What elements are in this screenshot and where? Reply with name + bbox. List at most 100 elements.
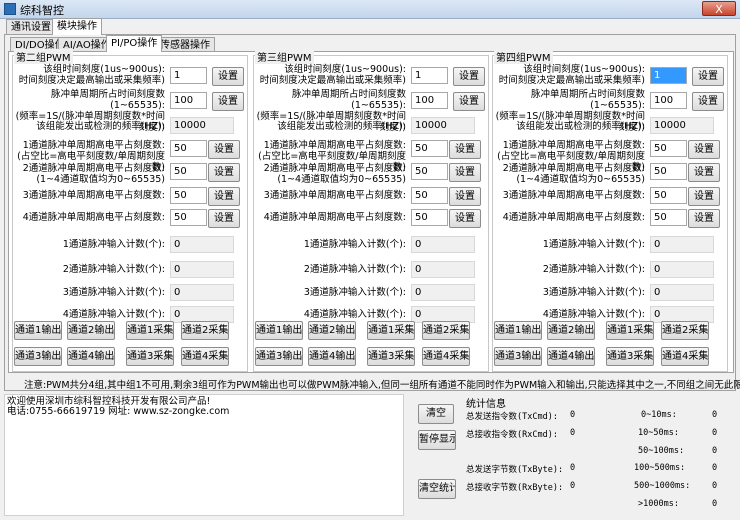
channel-action-button[interactable]: 通道3采集: [606, 347, 654, 366]
ch3-duty-input[interactable]: 50: [170, 187, 207, 204]
ch2-duty-input[interactable]: 50: [411, 163, 448, 180]
log-output[interactable]: 欢迎使用深圳市综科智控科技开发有限公司产品! 电话:0755-66619719 …: [4, 394, 404, 516]
ch2-duty-input[interactable]: 50: [170, 163, 207, 180]
tab-sensor[interactable]: 传感器操作: [155, 37, 215, 52]
latency-label: 500~1000ms:: [634, 481, 691, 491]
clear-button[interactable]: 清空: [418, 404, 454, 424]
period-ticks-input[interactable]: 100: [411, 92, 448, 109]
channel-action-button[interactable]: 通道1输出: [255, 321, 303, 340]
channel-action-button[interactable]: 通道1输出: [494, 321, 542, 340]
set-ch2-duty-button[interactable]: 设置: [449, 163, 481, 182]
channel-action-button[interactable]: 通道2输出: [67, 321, 115, 340]
ch3-duty-input[interactable]: 50: [650, 187, 687, 204]
pulse-count-value: 0: [411, 261, 475, 278]
pulse-count-label: 2通道脉冲输入计数(个):: [62, 264, 165, 275]
ch3-duty-input[interactable]: 50: [411, 187, 448, 204]
tab-pi-po[interactable]: PI/PO操作: [106, 35, 163, 52]
channel-action-button[interactable]: 通道2输出: [308, 321, 356, 340]
pwm-group-title: 第二组PWM: [14, 49, 73, 64]
set-ch1-duty-button[interactable]: 设置: [208, 140, 240, 159]
set-ch2-duty-button[interactable]: 设置: [688, 163, 720, 182]
channel-action-button[interactable]: 通道1采集: [126, 321, 174, 340]
set-ch1-duty-button[interactable]: 设置: [449, 140, 481, 159]
window-title: 综科智控: [20, 4, 64, 17]
channel-action-button[interactable]: 通道4输出: [308, 347, 356, 366]
set-ch4-duty-button[interactable]: 设置: [449, 209, 481, 228]
channel-action-button[interactable]: 通道4采集: [181, 347, 229, 366]
period-ticks-input[interactable]: 100: [650, 92, 687, 109]
channel-action-button[interactable]: 通道2采集: [181, 321, 229, 340]
channel-action-button[interactable]: 通道2采集: [661, 321, 709, 340]
pwm-group-title: 第四组PWM: [494, 49, 553, 64]
latency-value: 0: [712, 446, 718, 456]
channel-action-button[interactable]: 通道4输出: [67, 347, 115, 366]
channel-action-button[interactable]: 通道3输出: [494, 347, 542, 366]
time-scale-label: 该组时间刻度(1us~900us): 时间刻度决定最高输出或采集频率): [18, 64, 165, 86]
channel-action-button[interactable]: 通道2采集: [422, 321, 470, 340]
set-ch2-duty-button[interactable]: 设置: [208, 163, 240, 182]
latency-label: 10~50ms:: [638, 428, 679, 438]
latency-value: 0: [712, 499, 718, 509]
ch4-duty-input[interactable]: 50: [411, 209, 448, 226]
ch4-duty-input[interactable]: 50: [170, 209, 207, 226]
pulse-count-value: 0: [411, 236, 475, 253]
app-icon: [4, 3, 16, 15]
ch1-duty-input[interactable]: 50: [650, 140, 687, 157]
ch2-duty-label: 2通道脉冲单周期高电平占刻度数: (1~4通道取值均为0~65535): [263, 163, 406, 185]
window-close-button[interactable]: X: [702, 1, 736, 16]
channel-action-button[interactable]: 通道2输出: [547, 321, 595, 340]
channel-action-button[interactable]: 通道4采集: [422, 347, 470, 366]
tab-module-ops[interactable]: 模块操作: [52, 18, 102, 35]
time-scale-input[interactable]: 1: [650, 67, 687, 84]
set-time-scale-button[interactable]: 设置: [692, 67, 724, 86]
set-ch3-duty-button[interactable]: 设置: [688, 187, 720, 206]
ch4-duty-input[interactable]: 50: [650, 209, 687, 226]
set-time-scale-button[interactable]: 设置: [212, 67, 244, 86]
set-period-button[interactable]: 设置: [212, 92, 244, 111]
tx-byte-value: 0: [570, 463, 576, 473]
tab-comm-settings[interactable]: 通讯设置: [6, 19, 56, 34]
set-ch4-duty-button[interactable]: 设置: [688, 209, 720, 228]
frequency-label: 该组能发出或检测的频率(HZ):: [516, 121, 645, 132]
pulse-count-label: 1通道脉冲输入计数(个):: [303, 239, 406, 250]
set-ch1-duty-button[interactable]: 设置: [688, 140, 720, 159]
frequency-value: 10000: [650, 117, 714, 134]
pulse-count-value: 0: [411, 284, 475, 301]
set-ch3-duty-button[interactable]: 设置: [449, 187, 481, 206]
rx-cmd-label: 总接收指令数(RxCmd):: [466, 430, 558, 440]
rx-byte-label: 总接收字节数(RxByte):: [466, 483, 564, 493]
period-ticks-input[interactable]: 100: [170, 92, 207, 109]
ch3-duty-label: 3通道脉冲单周期高电平占刻度数:: [502, 190, 645, 201]
ch2-duty-input[interactable]: 50: [650, 163, 687, 180]
channel-action-button[interactable]: 通道3采集: [367, 347, 415, 366]
time-scale-input[interactable]: 1: [170, 67, 207, 84]
set-time-scale-button[interactable]: 设置: [453, 67, 485, 86]
set-period-button[interactable]: 设置: [692, 92, 724, 111]
contact-line: 电话:0755-66619719 网址: www.sz-zongke.com: [7, 406, 230, 417]
set-ch4-duty-button[interactable]: 设置: [208, 209, 240, 228]
ch1-duty-input[interactable]: 50: [411, 140, 448, 157]
channel-action-button[interactable]: 通道3输出: [14, 347, 62, 366]
channel-action-button[interactable]: 通道1采集: [606, 321, 654, 340]
frequency-value: 10000: [170, 117, 234, 134]
channel-action-button[interactable]: 通道1采集: [367, 321, 415, 340]
frequency-label: 该组能发出或检测的频率(HZ):: [36, 121, 165, 132]
title-bar: 综科智控 X: [0, 0, 740, 19]
channel-action-button[interactable]: 通道4输出: [547, 347, 595, 366]
pwm-note: 注意:PWM共分4组,其中组1不可用,剩余3组可作为PWM输出也可以做PWM脉冲…: [24, 380, 740, 391]
latency-value: 0: [712, 410, 718, 420]
ch1-duty-input[interactable]: 50: [170, 140, 207, 157]
channel-action-button[interactable]: 通道3采集: [126, 347, 174, 366]
ch4-duty-label: 4通道脉冲单周期高电平占刻度数:: [22, 212, 165, 223]
clear-stats-button[interactable]: 清空统计: [418, 479, 456, 499]
set-ch3-duty-button[interactable]: 设置: [208, 187, 240, 206]
channel-action-button[interactable]: 通道1输出: [14, 321, 62, 340]
time-scale-input[interactable]: 1: [411, 67, 448, 84]
channel-action-button[interactable]: 通道3输出: [255, 347, 303, 366]
pause-display-button[interactable]: 暂停显示: [418, 430, 456, 450]
latency-label: 0~10ms:: [641, 410, 677, 420]
set-period-button[interactable]: 设置: [453, 92, 485, 111]
pulse-count-value: 0: [650, 261, 714, 278]
channel-action-button[interactable]: 通道4采集: [661, 347, 709, 366]
pulse-count-label: 3通道脉冲输入计数(个):: [542, 287, 645, 298]
